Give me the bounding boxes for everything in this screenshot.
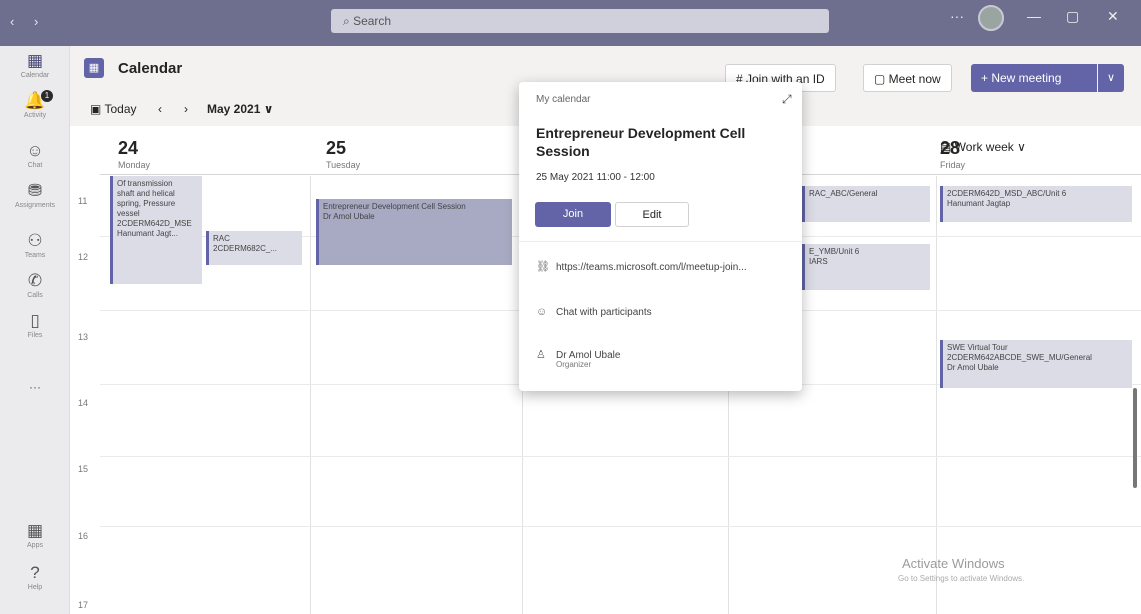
hour-label: 15 (78, 464, 89, 474)
new-meeting-button[interactable]: + New meeting (971, 64, 1097, 92)
notification-badge: 1 (41, 90, 53, 102)
event-monday-rac[interactable]: RAC 2CDERM682C_... (206, 231, 302, 265)
day-divider (310, 176, 311, 614)
organizer-role: Organizer (556, 360, 592, 369)
event-friday-swe-tour[interactable]: SWE Virtual Tour 2CDERM642ABCDE_SWE_MU/G… (940, 340, 1132, 388)
event-friday-lecture[interactable]: 2CDERM642D_MSD_ABC/Unit 6 Hanumant Jagta… (940, 186, 1132, 222)
activation-watermark-sub: Go to Settings to activate Windows. (898, 574, 1025, 583)
calendar-label: My calendar (536, 94, 591, 105)
join-button[interactable]: Join (535, 202, 611, 227)
more-apps-icon: ··· (29, 380, 41, 394)
assignments-icon: ⛃ (27, 181, 43, 200)
popup-divider (519, 241, 802, 242)
rail-item-chat[interactable]: ☺ Chat (0, 141, 70, 170)
event-tuesday-entrepreneur-session[interactable]: Entrepreneur Development Cell Session Dr… (316, 199, 512, 265)
hour-label: 16 (78, 531, 89, 541)
close-button[interactable]: ✕ (1107, 8, 1119, 25)
rail-item-apps[interactable]: ▦ Apps (0, 521, 70, 550)
meeting-title: Entrepreneur Development Cell Session (536, 125, 746, 159)
event-thursday-rac[interactable]: RAC_ABC/General (802, 186, 930, 222)
edit-button[interactable]: Edit (615, 202, 689, 227)
rail-item-files[interactable]: ▯ Files (0, 311, 70, 340)
activation-watermark: Activate Windows (902, 556, 1005, 571)
meeting-time: 25 May 2021 11:00 - 12:00 (536, 172, 655, 183)
new-meeting-dropdown[interactable]: ∨ (1098, 64, 1124, 92)
calendar-app-icon: ▦ (84, 58, 104, 78)
search-icon: ⌕ (343, 14, 354, 28)
next-week-button[interactable]: › (184, 102, 188, 116)
link-icon: ⛓ (536, 261, 550, 273)
profile-avatar[interactable] (978, 5, 1004, 31)
prev-week-button[interactable]: ‹ (158, 102, 162, 116)
app-rail: ▦ Calendar 🔔 1 Activity ☺ Chat ⛃ Assignm… (0, 46, 70, 614)
vertical-scrollbar[interactable] (1133, 388, 1137, 488)
event-thursday-unit[interactable]: E_YMB/Unit 6 IARS (802, 244, 930, 290)
search-placeholder: Search (353, 14, 392, 28)
title-bar: ‹ › ⌕ Search ··· — ▢ ✕ (0, 0, 1141, 46)
hour-label: 11 (78, 196, 88, 206)
page-title: Calendar (118, 60, 183, 77)
rail-item-calls[interactable]: ✆ Calls (0, 271, 70, 300)
teams-icon: ⚇ (27, 231, 43, 250)
phone-icon: ✆ (27, 271, 43, 290)
hour-label: 14 (78, 398, 89, 408)
history-nav[interactable]: ‹ › (10, 14, 46, 29)
day-header-monday: 24 Monday (118, 138, 151, 170)
meeting-link[interactable]: ⛓ https://teams.microsoft.com/l/meetup-jo… (536, 260, 747, 273)
help-icon: ? (30, 563, 40, 582)
hour-line (100, 456, 1141, 457)
today-button[interactable]: ▣ Today (90, 102, 137, 116)
hour-label: 17 (78, 600, 89, 610)
person-icon: ♙ (536, 349, 546, 361)
meeting-details-popup: My calendar ⤢ Entrepreneur Development C… (519, 82, 802, 391)
rail-item-help[interactable]: ? Help (0, 563, 70, 592)
rail-item-more[interactable]: ··· (0, 378, 70, 396)
chat-participants-button[interactable]: ☺ Chat with participants (536, 306, 652, 318)
more-options-icon[interactable]: ··· (950, 8, 964, 24)
expand-icon[interactable]: ⤢ (782, 92, 792, 107)
month-picker[interactable]: May 2021 ∨ (207, 102, 273, 116)
today-icon: ▣ (90, 102, 105, 116)
hour-line (100, 526, 1141, 527)
hour-label: 13 (78, 332, 89, 342)
search-input[interactable]: ⌕ Search (331, 9, 829, 33)
event-monday-lecture[interactable]: Of transmission shaft and helical spring… (110, 176, 202, 284)
hour-label: 12 (78, 252, 89, 262)
day-header-tuesday: 25 Tuesday (326, 138, 361, 170)
rail-item-teams[interactable]: ⚇ Teams (0, 231, 70, 260)
chat-icon: ☺ (26, 141, 44, 160)
apps-icon: ▦ (26, 521, 44, 540)
day-header-friday: 28 Friday (940, 138, 966, 170)
rail-item-assignments[interactable]: ⛃ Assignments (0, 181, 70, 210)
file-icon: ▯ (30, 311, 40, 330)
calendar-icon: ▦ (26, 51, 44, 70)
meet-now-button[interactable]: ▢ Meet now (863, 64, 952, 92)
restore-button[interactable]: ▢ (1066, 8, 1079, 25)
rail-item-activity[interactable]: 🔔 1 Activity (0, 90, 70, 119)
minimize-button[interactable]: — (1027, 8, 1041, 24)
chat-icon: ☺ (536, 306, 548, 318)
rail-item-calendar[interactable]: ▦ Calendar (0, 51, 70, 80)
bell-icon: 🔔 (24, 91, 46, 110)
day-divider (936, 176, 937, 614)
